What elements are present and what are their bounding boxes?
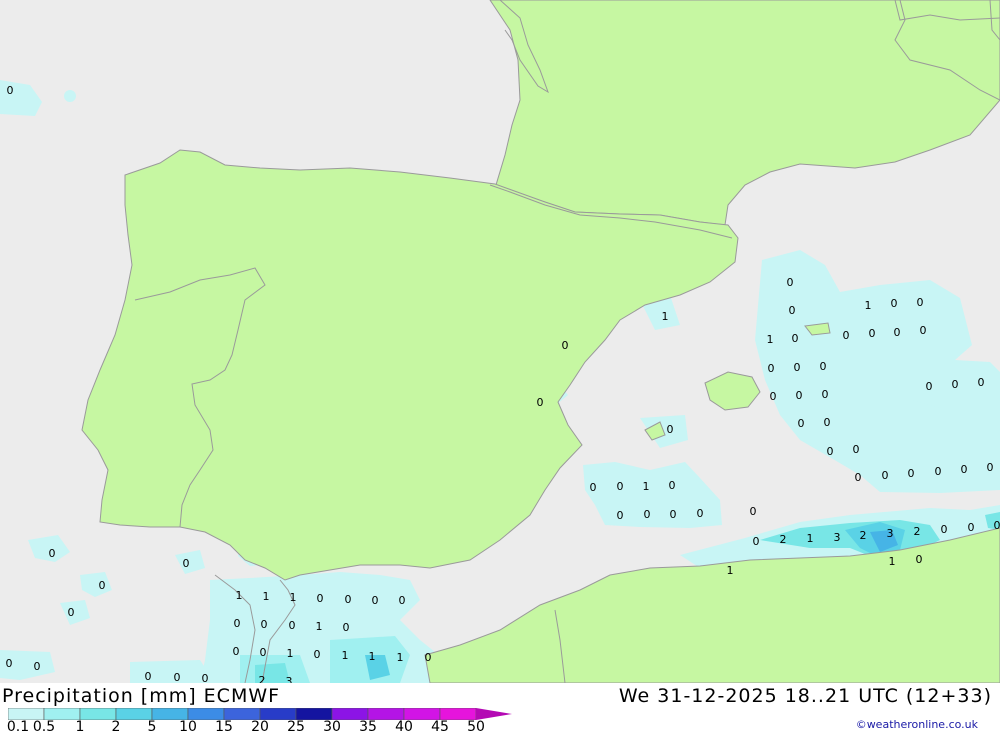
precip-value-label: 1 bbox=[889, 555, 896, 568]
precip-value-label: 0 bbox=[926, 380, 933, 393]
precipitation-map: 0 0 0 1 0 0 1 0 0 0 0 0 0 0 0 0 0 0 0 0 0 0 0 0 0 0 0 0 0 0 0 1 0 0 0 0 0 1 0 0… bbox=[0, 0, 1000, 683]
precip-value-label: 0 bbox=[372, 594, 379, 607]
precip-value-label: 0 bbox=[843, 329, 850, 342]
precip-value-label: 2 bbox=[780, 533, 787, 546]
precip-value-label: 0 bbox=[827, 445, 834, 458]
precip-value-label: 0 bbox=[994, 519, 1000, 532]
precip-value-label: 0 bbox=[935, 465, 942, 478]
precip-value-label: 1 bbox=[369, 650, 376, 663]
precip-value-label: 0 bbox=[917, 296, 924, 309]
precip-value-label: 1 bbox=[397, 651, 404, 664]
precip-value-label: 0 bbox=[796, 389, 803, 402]
precip-value-label: 0 bbox=[820, 360, 827, 373]
precip-value-label: 0 bbox=[562, 339, 569, 352]
precip-value-label: 0 bbox=[345, 593, 352, 606]
precip-value-label: 0 bbox=[234, 617, 241, 630]
precip-value-label: 0 bbox=[590, 481, 597, 494]
precip-value-label: 0 bbox=[794, 361, 801, 374]
precip-value-label: 0 bbox=[792, 332, 799, 345]
precip-value-label: 0 bbox=[824, 416, 831, 429]
precip-value-label: 0 bbox=[952, 378, 959, 391]
precip-value-label: 0 bbox=[908, 467, 915, 480]
precip-value-label: 1 bbox=[643, 480, 650, 493]
precip-value-label: 0 bbox=[916, 553, 923, 566]
precip-value-label: 1 bbox=[342, 649, 349, 662]
precip-value-label: 1 bbox=[290, 591, 297, 604]
precip-value-label: 1 bbox=[807, 532, 814, 545]
precip-value-label: 1 bbox=[767, 333, 774, 346]
precip-value-label: 1 bbox=[316, 620, 323, 633]
precip-value-label: 0 bbox=[68, 606, 75, 619]
precip-value-label: 0 bbox=[317, 592, 324, 605]
precip-value-label: 0 bbox=[670, 508, 677, 521]
precip-value-label: 0 bbox=[425, 651, 432, 664]
precip-value-label: 0 bbox=[855, 471, 862, 484]
precip-value-label: 3 bbox=[887, 527, 894, 540]
map-footer: Precipitation [mm] ECMWF We 31-12-2025 1… bbox=[0, 683, 1000, 733]
precip-value-label: 0 bbox=[202, 672, 209, 683]
precip-value-label: 0 bbox=[644, 508, 651, 521]
credit-link[interactable]: ©weatheronline.co.uk bbox=[856, 718, 978, 731]
precip-value-label: 0 bbox=[961, 463, 968, 476]
precip-value-label: 0 bbox=[49, 547, 56, 560]
precip-value-label: 0 bbox=[289, 619, 296, 632]
precip-value-label: 1 bbox=[727, 564, 734, 577]
precip-value-label: 0 bbox=[343, 621, 350, 634]
precip-value-label: 2 bbox=[914, 525, 921, 538]
precip-value-label: 0 bbox=[34, 660, 41, 673]
precip-value-label: 0 bbox=[920, 324, 927, 337]
precip-value-label: 0 bbox=[753, 535, 760, 548]
precip-value-label: 0 bbox=[787, 276, 794, 289]
precip-value-label: 0 bbox=[99, 579, 106, 592]
precip-value-label: 0 bbox=[6, 657, 13, 670]
precip-value-label: 0 bbox=[697, 507, 704, 520]
precip-value-label: 0 bbox=[968, 521, 975, 534]
precip-value-label: 3 bbox=[286, 675, 293, 683]
precip-value-label: 0 bbox=[882, 469, 889, 482]
precip-value-label: 0 bbox=[770, 390, 777, 403]
precip-value-label: 0 bbox=[750, 505, 757, 518]
precip-value-label: 0 bbox=[399, 594, 406, 607]
precip-value-label: 0 bbox=[667, 423, 674, 436]
precip-value-label: 0 bbox=[233, 645, 240, 658]
precip-value-label: 0 bbox=[822, 388, 829, 401]
precip-value-label: 1 bbox=[287, 647, 294, 660]
precip-value-label: 0 bbox=[869, 327, 876, 340]
precip-value-label: 0 bbox=[261, 618, 268, 631]
precip-value-label: 0 bbox=[941, 523, 948, 536]
precip-value-label: 0 bbox=[853, 443, 860, 456]
precip-value-label: 0 bbox=[314, 648, 321, 661]
precip-value-label: 0 bbox=[798, 417, 805, 430]
precip-value-label: 0 bbox=[789, 304, 796, 317]
precip-value-label: 2 bbox=[259, 674, 266, 683]
precip-value-label: 0 bbox=[894, 326, 901, 339]
precip-value-label: 0 bbox=[617, 480, 624, 493]
precip-value-label: 1 bbox=[263, 590, 270, 603]
precip-value-label: 1 bbox=[236, 589, 243, 602]
precip-value-label: 2 bbox=[860, 529, 867, 542]
precip-value-label: 0 bbox=[174, 671, 181, 683]
map-title: Precipitation [mm] ECMWF bbox=[2, 685, 280, 707]
precip-value-label: 1 bbox=[662, 310, 669, 323]
precip-value-label: 0 bbox=[537, 396, 544, 409]
precip-value-label: 0 bbox=[260, 646, 267, 659]
precip-value-label: 0 bbox=[183, 557, 190, 570]
precip-value-label: 0 bbox=[891, 297, 898, 310]
precip-value-label: 1 bbox=[865, 299, 872, 312]
precip-value-label: 3 bbox=[834, 531, 841, 544]
precip-value-label: 0 bbox=[145, 670, 152, 683]
precip-value-label: 0 bbox=[7, 84, 14, 97]
precip-value-label: 0 bbox=[617, 509, 624, 522]
precip-value-label: 0 bbox=[768, 362, 775, 375]
precip-value-label: 0 bbox=[669, 479, 676, 492]
precip-value-label: 0 bbox=[987, 461, 994, 474]
precip-value-label: 0 bbox=[978, 376, 985, 389]
valid-time: We 31-12-2025 18..21 UTC (12+33) bbox=[619, 685, 992, 707]
